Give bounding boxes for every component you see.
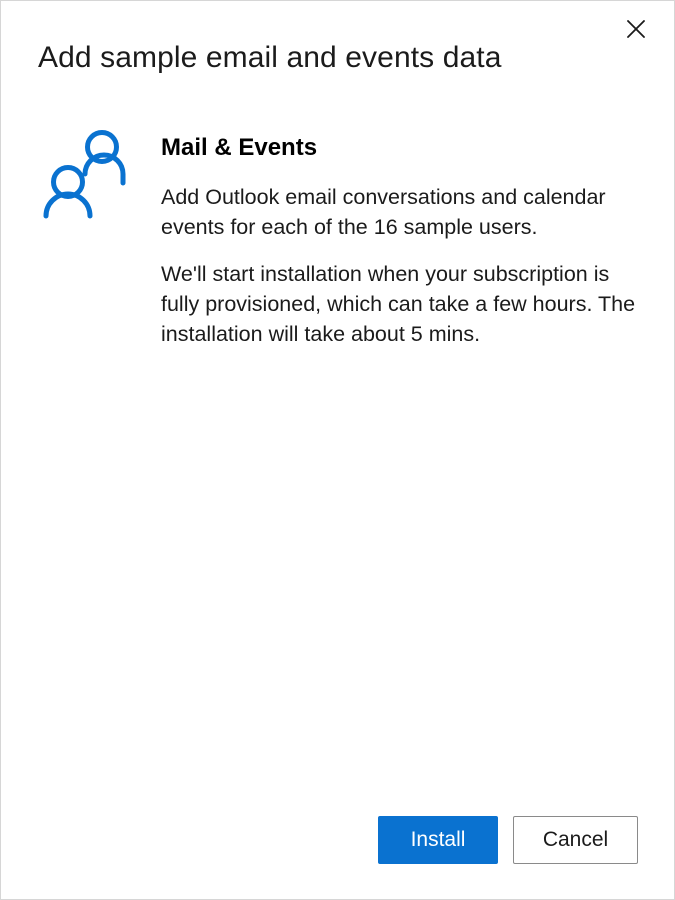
dialog-title: Add sample email and events data xyxy=(38,41,502,74)
close-button[interactable] xyxy=(620,13,652,45)
close-icon xyxy=(627,20,645,38)
cancel-button[interactable]: Cancel xyxy=(513,816,638,864)
dialog: Add sample email and events data Mail & … xyxy=(0,0,675,900)
install-button[interactable]: Install xyxy=(378,816,498,864)
section-heading: Mail & Events xyxy=(161,134,318,161)
installation-note-paragraph: We'll start installation when your subsc… xyxy=(161,262,636,346)
content-panel: Mail & Events Add Outlook email conversa… xyxy=(161,129,651,349)
description-paragraph: Add Outlook email conversations and cale… xyxy=(161,185,606,239)
people-icon xyxy=(43,130,126,219)
